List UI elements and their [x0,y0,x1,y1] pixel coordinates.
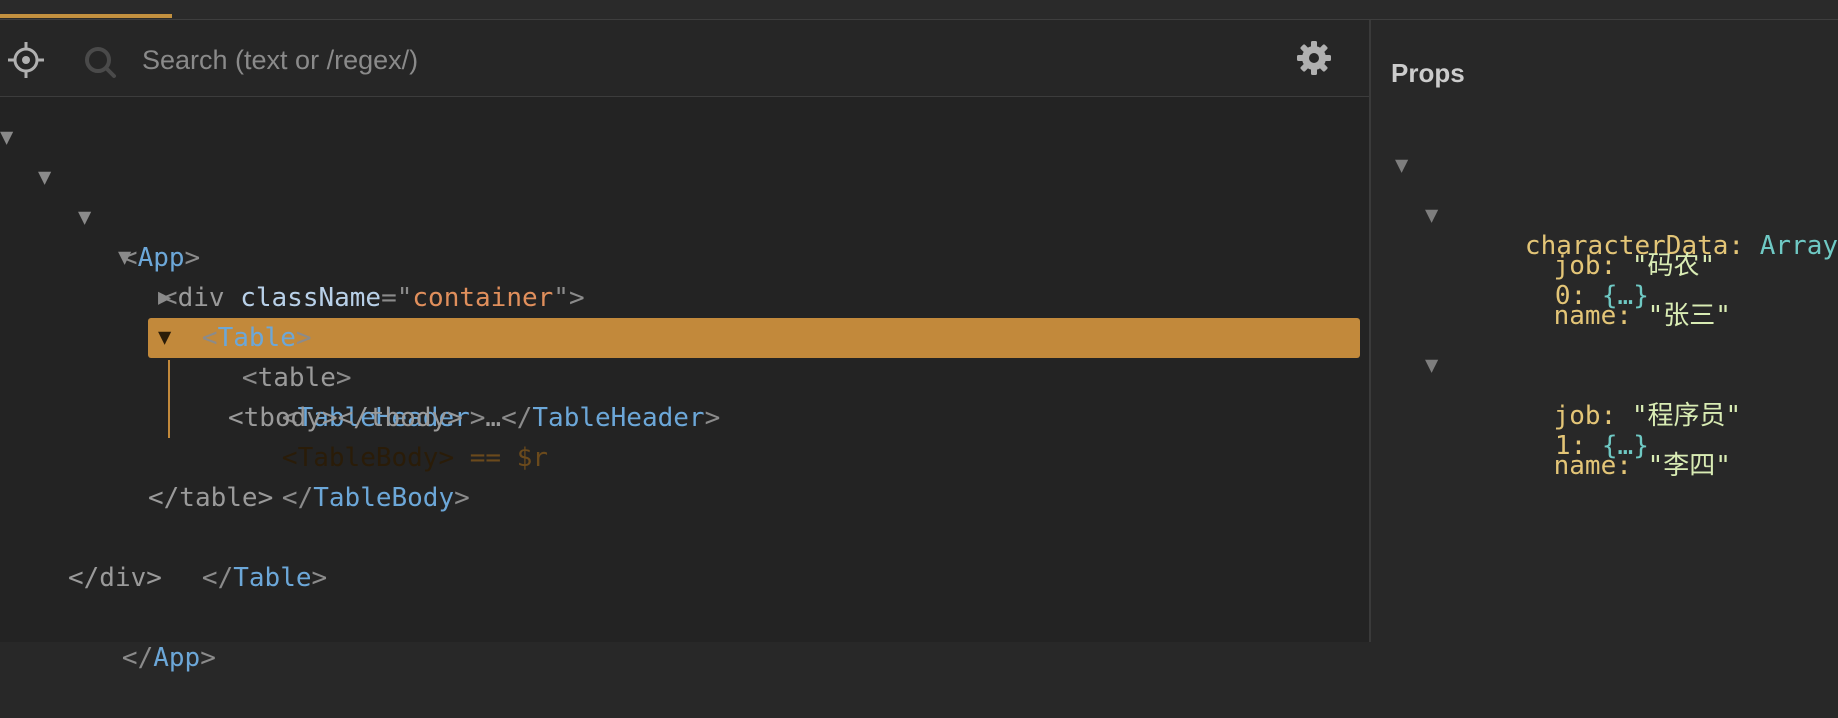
tree-node-app[interactable]: ▼ <App> [0,118,1369,273]
tree-node-table-component[interactable]: ▼ <Table> [0,198,1369,353]
tree-node-div[interactable]: ▼ <div className="container"> [0,158,1369,313]
collapse-triangle-icon[interactable]: ▼ [78,198,91,238]
tree-node-app-close[interactable]: </App> [0,558,1369,673]
tree-node-tablebody-selected[interactable]: ▼ <TableBody> == $r [0,318,1369,473]
collapse-triangle-icon[interactable]: ▼ [158,318,171,358]
tree-node-table-element[interactable]: ▼ <table> [0,238,1369,393]
collapse-triangle-icon[interactable]: ▼ [118,238,131,278]
select-element-icon[interactable] [6,40,46,80]
tree-node-table-element-close[interactable]: </table> [0,438,1369,513]
tree-node-tbody[interactable]: <tbody></tbody> [0,358,1369,433]
tree-node-table-component-close[interactable]: </Table> [0,478,1369,593]
prop-item-0-job[interactable]: job: "码农" [1491,206,1716,281]
prop-item-0[interactable]: ▼ 0: {…} [1371,156,1838,311]
prop-characterdata[interactable]: ▼ characterData: Array[2] [1371,106,1838,261]
prop-item-1[interactable]: ▼ 1: {…} [1371,306,1838,461]
tree-node-div-close[interactable]: </div> [0,518,1369,593]
devtools-tab-bar [0,0,1838,20]
prop-item-1-job[interactable]: job: "程序员" [1491,356,1742,431]
prop-item-1-name[interactable]: name: "李四" [1491,406,1731,481]
search-icon [85,47,116,78]
search-input[interactable] [142,38,1242,82]
gear-icon[interactable] [1294,38,1334,78]
prop-item-0-name[interactable]: name: "张三" [1491,256,1731,331]
tree-node-tableheader[interactable]: ▶ <TableHeader>…</TableHeader> [0,278,1369,433]
expand-triangle-icon[interactable]: ▶ [158,278,171,318]
active-tab-indicator [0,14,172,18]
props-pane: Props ▼ characterData: Array[2] ▼ 0: {…}… [1371,20,1838,642]
collapse-triangle-icon[interactable]: ▼ [1425,196,1438,236]
props-title: Props [1391,58,1465,88]
collapse-triangle-icon[interactable]: ▼ [38,158,51,198]
tree-node-tablebody-close[interactable]: </TableBody> [0,398,1369,513]
collapse-triangle-icon[interactable]: ▼ [0,118,13,158]
collapse-triangle-icon[interactable]: ▼ [1425,346,1438,386]
search-bar [0,20,1369,97]
